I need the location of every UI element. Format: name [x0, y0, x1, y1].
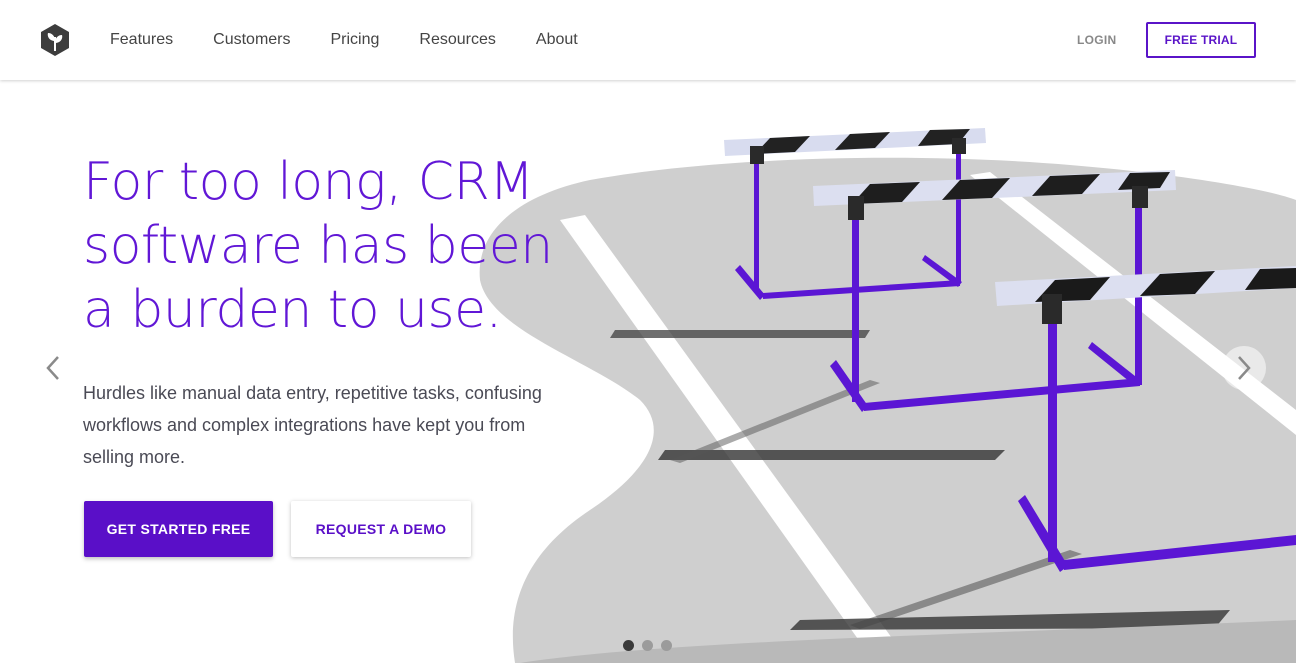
carousel-dot-3[interactable] — [661, 640, 672, 651]
logo-icon[interactable] — [38, 23, 72, 57]
carousel-dot-2[interactable] — [642, 640, 653, 651]
carousel-prev-button[interactable] — [40, 352, 66, 384]
nav-resources[interactable]: Resources — [419, 31, 495, 49]
get-started-free-button[interactable]: GET STARTED FREE — [84, 501, 273, 557]
carousel-pagination — [623, 640, 680, 651]
carousel-next-button[interactable] — [1222, 346, 1266, 390]
nav-about[interactable]: About — [536, 31, 578, 49]
free-trial-button[interactable]: FREE TRIAL — [1146, 22, 1256, 58]
chevron-right-icon — [1238, 356, 1251, 380]
chevron-left-icon — [46, 356, 59, 380]
login-link[interactable]: LOGIN — [1077, 33, 1117, 47]
request-demo-button[interactable]: REQUEST A DEMO — [291, 501, 471, 557]
nav-customers[interactable]: Customers — [213, 31, 290, 49]
top-navbar: Features Customers Pricing Resources Abo… — [0, 0, 1296, 80]
nav-pricing[interactable]: Pricing — [331, 31, 380, 49]
hero-headline: For too long, CRM software has been a bu… — [83, 152, 553, 340]
main-nav: Features Customers Pricing Resources Abo… — [110, 0, 618, 80]
hurdles-illustration — [470, 80, 1296, 663]
hero-subtext: Hurdles like manual data entry, repetiti… — [83, 383, 542, 467]
carousel-dot-1[interactable] — [623, 640, 634, 651]
nav-features[interactable]: Features — [110, 31, 173, 49]
track-surface — [479, 157, 1296, 663]
